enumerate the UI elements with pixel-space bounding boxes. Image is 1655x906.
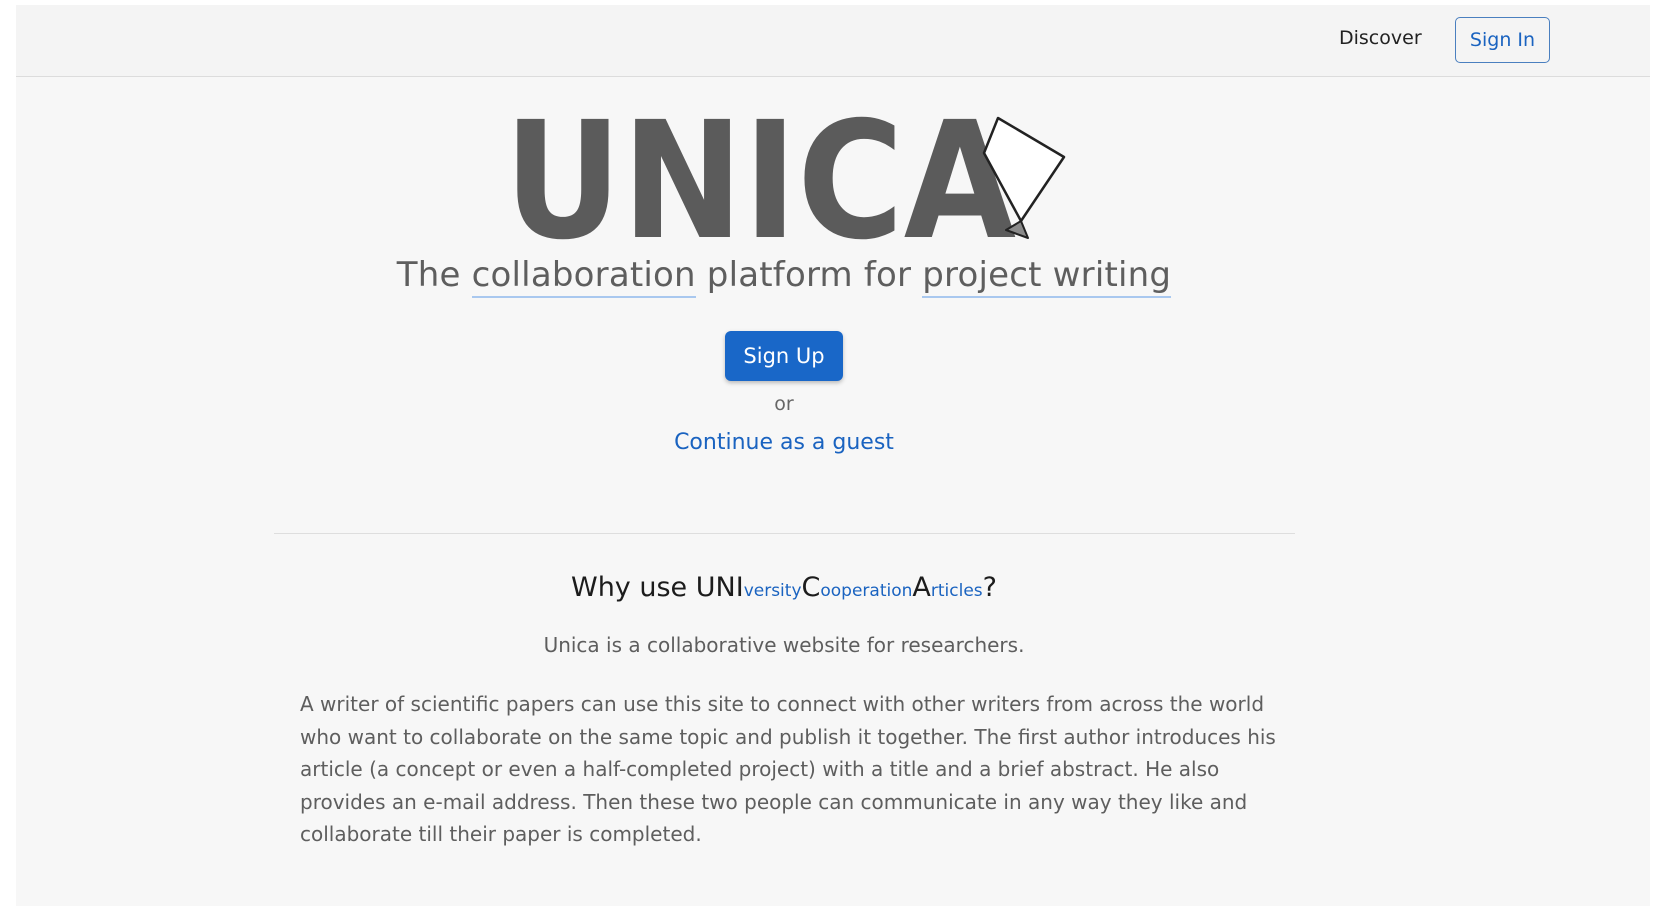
why-suffix: ? <box>982 572 997 603</box>
why-versity: versity <box>743 581 802 601</box>
why-description: A writer of scientific papers can use th… <box>300 692 1276 846</box>
page-frame: Discover Sign In UNICA The collaboration… <box>16 5 1650 906</box>
continue-as-guest-label[interactable]: Continue as a guest <box>674 430 894 455</box>
sign-up-button[interactable]: Sign Up <box>725 331 843 381</box>
logo-wordmark: UNICA <box>504 105 1016 255</box>
discover-link[interactable]: Discover <box>1339 27 1422 49</box>
tagline-the: The <box>396 255 472 295</box>
sign-in-button[interactable]: Sign In <box>1455 17 1550 63</box>
tagline-collaboration: collaboration <box>471 255 696 298</box>
unica-logo: UNICA <box>504 105 1066 255</box>
why-rticles: rticles <box>930 581 983 601</box>
continue-as-guest-link: Continue as a guest <box>16 430 1552 455</box>
why-uni: UNI <box>695 572 744 603</box>
or-separator-text: or <box>774 393 794 415</box>
tagline-middle: platform for <box>695 255 923 295</box>
why-ooperation: ooperation <box>820 581 913 601</box>
section-divider <box>274 533 1295 534</box>
why-subtitle: Unica is a collaborative website for res… <box>543 633 1025 657</box>
tagline: The collaboration platform for project w… <box>16 255 1552 298</box>
why-a: A <box>912 572 931 603</box>
top-navbar: Discover Sign In <box>16 5 1650 77</box>
why-use-heading: Why use UNIversityCooperationArticles? <box>16 572 1552 603</box>
why-c: C <box>801 572 821 603</box>
why-prefix: Why use <box>571 572 696 603</box>
tagline-project-writing: project writing <box>922 255 1172 298</box>
